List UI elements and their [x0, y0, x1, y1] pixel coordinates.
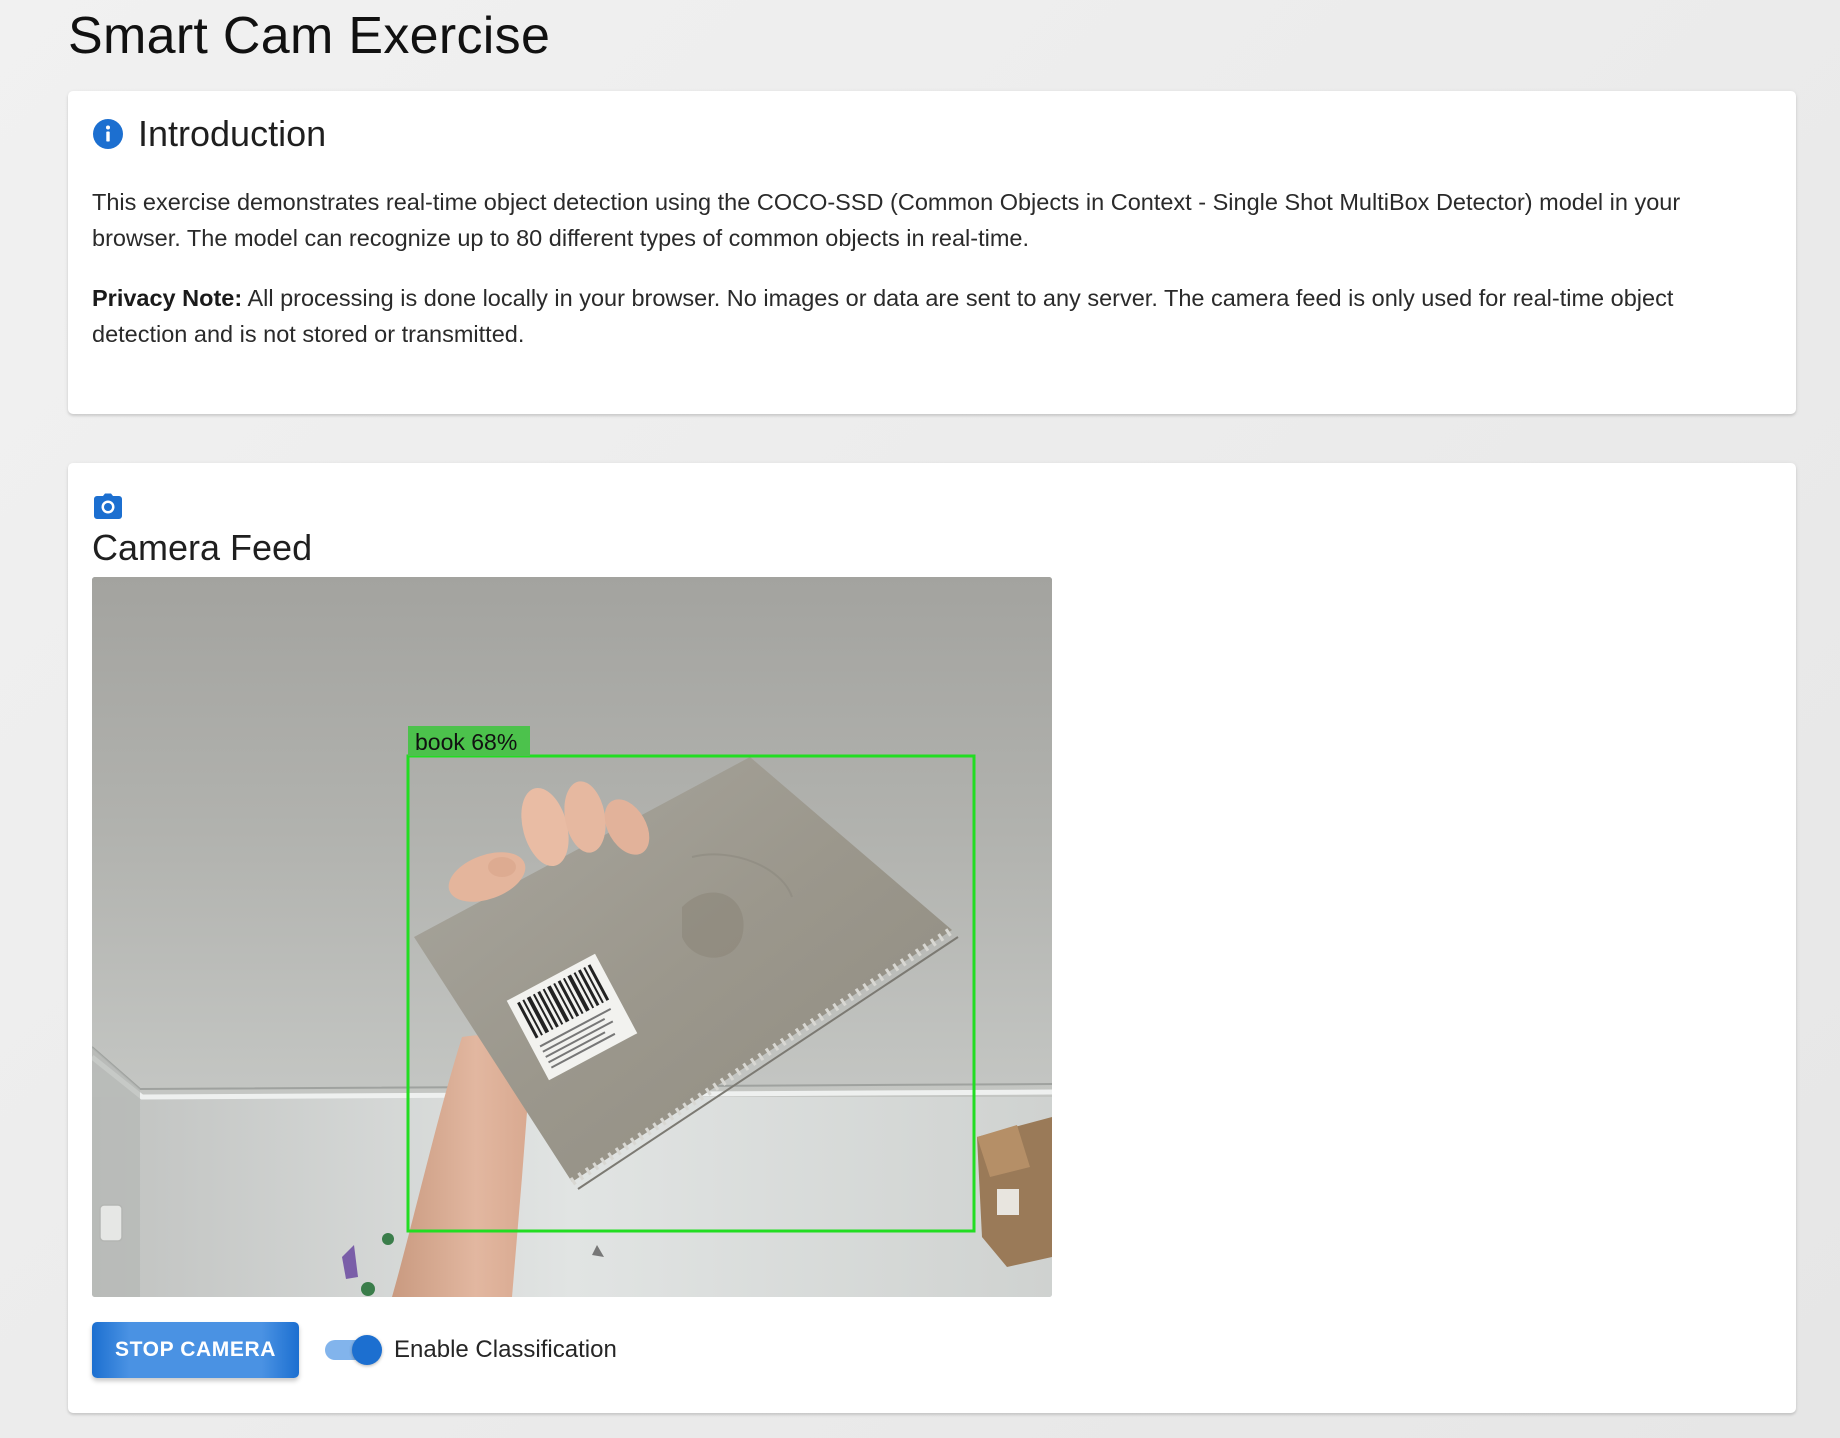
introduction-description: This exercise demonstrates real-time obj…: [92, 189, 1681, 251]
camera-feed-card: Camera Feed book 68% STOP CAMERA Enable …: [68, 463, 1796, 1413]
info-icon: [93, 119, 123, 149]
stop-camera-button[interactable]: STOP CAMERA: [92, 1322, 300, 1378]
camera-controls: STOP CAMERA Enable Classification: [92, 1322, 617, 1378]
detection-label: book 68%: [415, 729, 517, 755]
privacy-note-text: All processing is done locally in your b…: [92, 285, 1674, 347]
introduction-header: Introduction: [92, 113, 326, 155]
camera-feed-title: Camera Feed: [92, 527, 313, 568]
enable-classification-label[interactable]: Enable Classification: [394, 1336, 617, 1364]
privacy-note: Privacy Note: All processing is done loc…: [92, 280, 1750, 352]
camera-frame-image: book 68%: [92, 577, 1052, 1297]
introduction-title: Introduction: [138, 113, 327, 154]
introduction-card: Introduction This exercise demonstrates …: [68, 91, 1796, 414]
introduction-body: This exercise demonstrates real-time obj…: [92, 184, 1750, 376]
privacy-note-label: Privacy Note:: [92, 285, 243, 311]
camera-icon: [94, 493, 122, 519]
toggle-thumb[interactable]: [352, 1335, 383, 1365]
enable-classification-toggle[interactable]: [325, 1335, 383, 1365]
camera-video-feed: book 68%: [92, 577, 1052, 1297]
page-title: Smart Cam Exercise: [68, 7, 551, 65]
